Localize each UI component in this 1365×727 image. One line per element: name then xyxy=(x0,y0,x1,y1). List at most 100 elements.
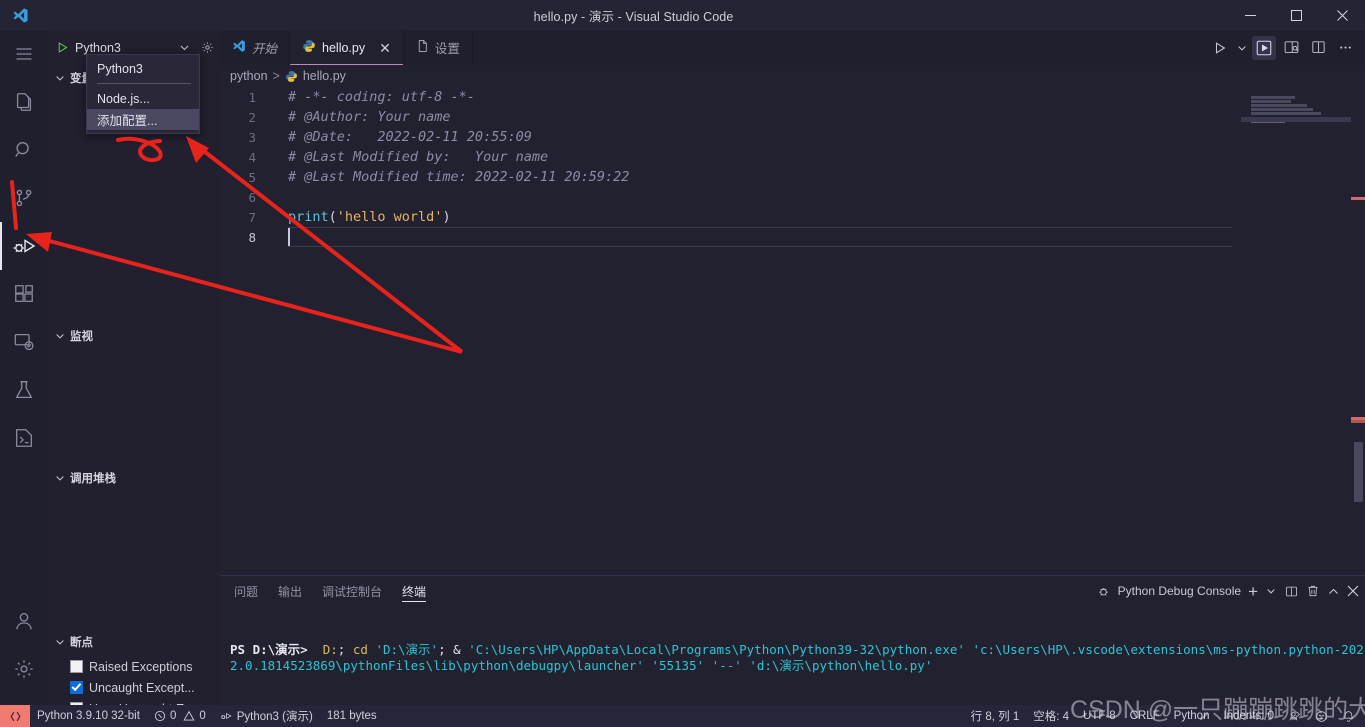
chevron-down-icon[interactable] xyxy=(54,636,66,648)
line-text: # @Last Modified time: 2022-02-11 20:59:… xyxy=(288,169,630,185)
chevron-up-icon[interactable] xyxy=(1327,585,1340,598)
code-line: 6 xyxy=(220,187,1365,207)
line-number: 1 xyxy=(248,89,256,105)
panel-tab-problems[interactable]: 问题 xyxy=(234,576,258,606)
error-circle-icon xyxy=(154,710,166,722)
python-file-icon xyxy=(302,39,316,56)
checkbox-uncaught-exceptions[interactable] xyxy=(70,681,83,694)
breakpoint-label: Raised Exceptions xyxy=(89,659,193,674)
terminal-prompt: PS D:\演示> xyxy=(230,642,316,657)
remote-window-icon[interactable] xyxy=(0,705,30,727)
status-cursor-position[interactable]: 行 8, 列 1 xyxy=(964,705,1027,727)
section-watch[interactable]: 监视 xyxy=(48,325,220,347)
csdn-watermark: CSDN @一只蹦蹦跳跳的大猿猴 xyxy=(1070,696,1365,724)
list-item[interactable]: Raised Exceptions xyxy=(70,656,220,677)
run-and-debug-button[interactable] xyxy=(1252,35,1276,60)
code-line: 5 # @Last Modified time: 2022-02-11 20:5… xyxy=(220,167,1365,187)
chevron-down-icon[interactable] xyxy=(54,330,66,342)
editor-scrollbar[interactable] xyxy=(1351,87,1365,575)
code-editor[interactable]: 1 # -*- coding: utf-8 -*- 2 # @Author: Y… xyxy=(220,87,1365,575)
play-icon[interactable] xyxy=(56,41,69,54)
account-icon[interactable] xyxy=(0,597,48,645)
sidebar-item-extensions[interactable] xyxy=(0,270,48,318)
bottom-panel: 问题 输出 调试控制台 终端 Python Debug Console + PS… xyxy=(220,575,1365,721)
checkbox-raised-exceptions[interactable] xyxy=(70,660,83,673)
breadcrumb-item-python[interactable]: python xyxy=(230,69,268,83)
tab-label: 设置 xyxy=(434,42,460,56)
list-item[interactable]: Uncaught Except... xyxy=(70,677,220,698)
debug-config-dropdown-menu: Python3 Node.js... 添加配置... xyxy=(86,54,200,134)
ellipsis-icon[interactable] xyxy=(1333,36,1357,60)
line-text: # -*- coding: utf-8 -*- xyxy=(288,89,475,105)
window-title: hello.py - 演示 - Visual Studio Code xyxy=(533,9,734,24)
activity-bar xyxy=(0,30,48,707)
debug-icon xyxy=(220,710,233,723)
menu-item-add-configuration[interactable]: 添加配置... xyxy=(87,109,199,130)
menu-item-python3[interactable]: Python3 xyxy=(87,58,199,79)
sidebar-item-source-control[interactable] xyxy=(0,174,48,222)
section-call-stack[interactable]: 调用堆栈 xyxy=(48,467,220,489)
terminal-token: '--' xyxy=(711,658,742,673)
debug-config-label: Python3 xyxy=(75,40,121,55)
sidebar-item-terminal[interactable] xyxy=(0,414,48,462)
menu-item-nodejs[interactable]: Node.js... xyxy=(87,88,199,109)
warning-count: 0 xyxy=(199,710,206,722)
terminal-token: 'C:\Users\HP\AppData\Local\Programs\Pyth… xyxy=(468,642,965,657)
python-file-icon xyxy=(285,70,298,83)
panel-tab-debug-console[interactable]: 调试控制台 xyxy=(322,576,382,606)
sidebar-item-explorer[interactable] xyxy=(0,78,48,126)
tab-hello-py[interactable]: hello.py ✕ xyxy=(290,30,404,65)
panel-tab-output[interactable]: 输出 xyxy=(278,576,302,606)
sidebar-item-run-and-debug[interactable] xyxy=(0,222,48,270)
section-label-breakpoints: 断点 xyxy=(70,637,93,649)
status-label: 空格: 4 xyxy=(1033,711,1070,723)
status-label: Python3 (演示) xyxy=(236,711,313,723)
sidebar-item-testing[interactable] xyxy=(0,366,48,414)
line-number: 5 xyxy=(248,169,256,185)
window-controls xyxy=(1227,0,1365,30)
split-terminal-icon[interactable] xyxy=(1284,584,1299,599)
minimap[interactable] xyxy=(1241,87,1351,575)
open-preview-to-side-icon[interactable] xyxy=(1279,36,1303,60)
tab-start[interactable]: 开始 xyxy=(220,30,291,65)
chevron-down-icon[interactable] xyxy=(54,472,66,484)
current-line-highlight xyxy=(288,227,1232,247)
chevron-down-icon[interactable] xyxy=(178,41,195,54)
status-label: 行 8, 列 1 xyxy=(970,711,1020,723)
editor-region: 开始 hello.py ✕ 设置 python > hello.py 1 # -… xyxy=(220,30,1365,575)
code-token-string: 'hello world' xyxy=(336,209,443,225)
status-problems[interactable]: 0 0 xyxy=(147,705,213,727)
close-button[interactable] xyxy=(1319,0,1365,30)
debug-settings-gear-icon[interactable] xyxy=(201,41,220,54)
chevron-down-icon[interactable] xyxy=(1235,36,1249,60)
close-icon[interactable]: ✕ xyxy=(379,41,391,55)
chevron-down-icon[interactable] xyxy=(54,72,66,84)
line-number: 7 xyxy=(248,209,256,225)
breadcrumb-item-hello-py[interactable]: hello.py xyxy=(303,69,346,83)
section-label-call-stack: 调用堆栈 xyxy=(70,473,116,485)
panel-tab-bar: 问题 输出 调试控制台 终端 Python Debug Console + xyxy=(220,576,1365,606)
minimize-button[interactable] xyxy=(1227,0,1273,30)
trash-icon[interactable] xyxy=(1306,584,1320,598)
split-editor-icon[interactable] xyxy=(1306,36,1330,60)
code-line: 1 # -*- coding: utf-8 -*- xyxy=(220,87,1365,107)
tab-settings[interactable]: 设置 xyxy=(403,30,473,65)
debug-console-icon xyxy=(1096,584,1111,599)
code-line: 3 # @Date: 2022-02-11 20:55:09 xyxy=(220,127,1365,147)
chevron-down-icon[interactable] xyxy=(1265,585,1277,597)
chevron-right-icon: > xyxy=(272,69,280,83)
maximize-button[interactable] xyxy=(1273,0,1319,30)
run-python-file-icon[interactable] xyxy=(1208,36,1232,60)
gear-icon[interactable] xyxy=(0,645,48,693)
status-debug-session[interactable]: Python3 (演示) xyxy=(213,705,320,727)
sidebar-item-search[interactable] xyxy=(0,126,48,174)
hamburger-menu-icon[interactable] xyxy=(0,30,48,78)
close-icon[interactable] xyxy=(1347,585,1359,597)
status-python-interpreter[interactable]: Python 3.9.10 32-bit xyxy=(30,705,147,727)
panel-tab-terminal[interactable]: 终端 xyxy=(402,576,427,606)
status-indentation[interactable]: 空格: 4 xyxy=(1026,705,1076,727)
new-terminal-icon[interactable]: + xyxy=(1248,583,1258,600)
text-cursor xyxy=(288,228,290,246)
sidebar-item-remote-explorer[interactable] xyxy=(0,318,48,366)
